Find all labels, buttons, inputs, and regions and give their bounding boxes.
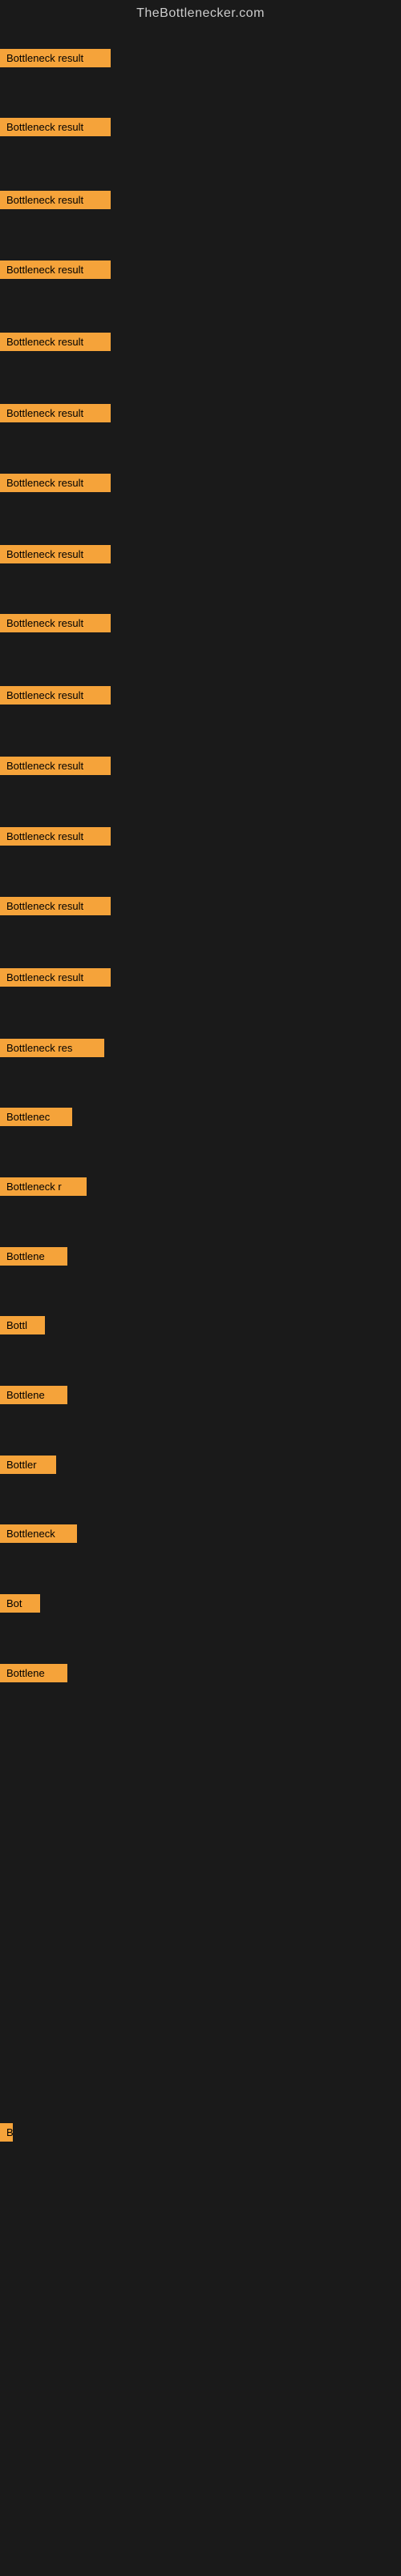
bottleneck-bar: Bottleneck result bbox=[0, 474, 111, 492]
bottleneck-bar: Bottleneck result bbox=[0, 404, 111, 422]
bottleneck-bar: Bottleneck result bbox=[0, 333, 111, 351]
bottleneck-bar: Bottlene bbox=[0, 1247, 67, 1266]
bottleneck-bar: Bottleneck result bbox=[0, 757, 111, 775]
bottleneck-bar: Bottleneck result bbox=[0, 827, 111, 846]
bottleneck-bar: Bottleneck r bbox=[0, 1177, 87, 1196]
bottleneck-bar: Bottl bbox=[0, 1316, 45, 1334]
bottleneck-bar: Bottleneck result bbox=[0, 49, 111, 67]
bottleneck-bar: Bottleneck result bbox=[0, 968, 111, 987]
bottleneck-bar: Bottleneck result bbox=[0, 118, 111, 136]
bottleneck-bar: Bottleneck result bbox=[0, 897, 111, 915]
bottleneck-bar: Bottlene bbox=[0, 1664, 67, 1682]
bottleneck-bar: Bottler bbox=[0, 1456, 56, 1474]
bottleneck-bar: Bottleneck result bbox=[0, 191, 111, 209]
bottleneck-bar: Bottleneck result bbox=[0, 545, 111, 563]
bottleneck-bar: Bottleneck result bbox=[0, 260, 111, 279]
bottleneck-bar: Bottleneck result bbox=[0, 686, 111, 705]
site-title: TheBottlenecker.com bbox=[0, 0, 401, 27]
bottleneck-bar: B bbox=[0, 2123, 13, 2142]
bottleneck-bar: Bottleneck res bbox=[0, 1039, 104, 1057]
bottleneck-bar: Bot bbox=[0, 1594, 40, 1613]
bottleneck-bar: Bottleneck bbox=[0, 1524, 77, 1543]
bottleneck-bar: Bottlene bbox=[0, 1386, 67, 1404]
bottleneck-bar: Bottlenec bbox=[0, 1108, 72, 1126]
bottleneck-bar: Bottleneck result bbox=[0, 614, 111, 632]
